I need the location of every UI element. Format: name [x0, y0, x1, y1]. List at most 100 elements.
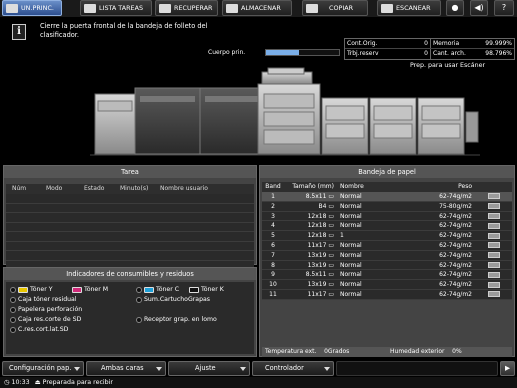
info-icon: i — [12, 24, 26, 40]
tray-row[interactable]: 11 11x17 ▭ Normal 62-74g/m2 — [262, 289, 512, 300]
staple-cartridge: Sum.CartuchoGrapas — [136, 296, 210, 304]
receive-icon: ⏏ — [34, 379, 41, 386]
tray-paper-name: Normal — [340, 212, 362, 220]
tray-level — [476, 241, 512, 250]
paper-orientation-icon: ▭ — [326, 212, 334, 220]
tab-label: ESCANEAR — [396, 4, 431, 12]
tray-size: 8.5x11 ▭ — [305, 193, 334, 200]
paper-orientation-icon: ▭ — [326, 290, 334, 298]
list-icon — [84, 3, 96, 13]
sd-trim-box: Caja res.corte de SD — [10, 316, 81, 324]
tray-row[interactable]: 9 8.5x11 ▭ Normal 62-74g/m2 — [262, 270, 512, 281]
paper-level-icon — [488, 242, 500, 249]
paper-orientation-icon: ▭ — [326, 222, 334, 230]
chevron-down-icon — [240, 367, 246, 371]
consumables-list: Tóner Y Tóner M Tóner C Tóner K Caja tón… — [6, 282, 254, 354]
environment-footer: Temperatura ext. 0Grados Humedad exterio… — [262, 347, 512, 357]
adjustment-button[interactable]: Ajuste — [168, 361, 250, 376]
tray-number: 10 — [269, 281, 277, 289]
paper-settings-button[interactable]: Configuración pap. — [2, 361, 84, 376]
volume-icon[interactable]: ◀) — [470, 0, 488, 16]
job-row[interactable] — [6, 251, 254, 261]
tab-recuperar[interactable]: RECUPERAR — [155, 0, 218, 16]
tab-un-princ[interactable]: UN.PRINC. — [2, 0, 62, 16]
counter-label: Memoria — [433, 40, 460, 47]
globe-icon[interactable]: ● — [446, 0, 464, 16]
next-arrow-icon[interactable]: ▶ — [500, 361, 515, 376]
tray-weight: 62-74g/m2 — [439, 232, 472, 240]
tray-row[interactable]: 5 12x18 ▭ 1 62-74g/m2 — [262, 231, 512, 241]
tray-size: 11x17 ▭ — [307, 290, 334, 298]
tray-size: 13x19 ▭ — [307, 281, 334, 289]
counter-row: Cont.Orig. 0 Memoria 99.999% — [345, 39, 514, 49]
tray-row[interactable]: 10 13x19 ▭ Normal 62-74g/m2 — [262, 280, 512, 290]
top-tab-bar: UN.PRINC. LISTA TAREAS RECUPERAR ALMACEN… — [0, 0, 517, 17]
tray-level — [476, 270, 512, 279]
tray-size: 13x19 ▭ — [307, 251, 334, 259]
tray-level — [476, 261, 512, 270]
paper-level-icon — [488, 232, 500, 239]
chevron-down-icon — [156, 367, 162, 371]
humidity: Humedad exterior 0% — [390, 348, 462, 355]
tray-level — [476, 290, 512, 299]
column-header: Peso — [458, 183, 472, 190]
tray-paper-name: Normal — [340, 251, 362, 259]
tray-number: 6 — [271, 241, 275, 249]
status-dot-icon — [10, 307, 16, 313]
tray-paper-name: Normal — [340, 193, 362, 200]
tray-row[interactable]: 2 B4 ▭ Normal 75-80g/m2 — [262, 201, 512, 212]
controller-button[interactable]: Controlador — [252, 361, 334, 376]
tab-escanear[interactable]: ESCANEAR — [377, 0, 441, 16]
tray-row[interactable]: 1 8.5x11 ▭ Normal 62-74g/m2 — [262, 192, 512, 202]
job-row[interactable] — [6, 241, 254, 251]
job-row[interactable] — [6, 232, 254, 242]
tray-row[interactable]: 4 12x18 ▭ Normal 62-74g/m2 — [262, 221, 512, 232]
scan-icon — [381, 3, 393, 13]
tray-row[interactable]: 7 13x19 ▭ Normal 62-74g/m2 — [262, 250, 512, 261]
tray-size: 12x18 ▭ — [307, 232, 334, 240]
toner-y-icon — [18, 287, 28, 293]
tray-paper-name: Normal — [340, 222, 362, 230]
tab-copiar[interactable]: COPIAR — [302, 0, 368, 16]
help-icon[interactable]: ? — [494, 0, 514, 16]
sd-side-trim-box: C.res.cort.lat.SD — [10, 326, 68, 334]
duplex-button[interactable]: Ambas caras — [86, 361, 166, 376]
job-row[interactable] — [6, 203, 254, 213]
paper-orientation-icon: ▭ — [326, 193, 334, 200]
paper-orientation-icon: ▭ — [326, 281, 334, 289]
status-text: Preparada para recibir — [42, 379, 114, 386]
paper-orientation-icon: ▭ — [326, 261, 334, 269]
tray-weight: 62-74g/m2 — [439, 271, 472, 279]
toner-m: Tóner M — [72, 286, 108, 294]
tray-size: B4 ▭ — [318, 202, 334, 210]
status-bar: ◷ 10:33 ⏏ Preparada para recibir — [0, 377, 517, 388]
paper-level-icon — [488, 222, 500, 229]
tab-label: LISTA TAREAS — [99, 4, 143, 12]
tray-number: 3 — [271, 212, 275, 220]
chevron-down-icon — [324, 367, 330, 371]
counters-panel: Cont.Orig. 0 Memoria 99.999% Trbj.reserv… — [344, 38, 515, 60]
counter-value: 0 — [393, 49, 431, 59]
column-header: Núm — [12, 185, 27, 192]
tray-row[interactable]: 8 13x19 ▭ Normal 62-74g/m2 — [262, 260, 512, 271]
tray-paper-name: Normal — [340, 281, 362, 289]
job-row[interactable] — [6, 213, 254, 223]
tray-row[interactable]: 3 12x18 ▭ Normal 62-74g/m2 — [262, 211, 512, 222]
tray-number: 11 — [269, 290, 277, 298]
paper-orientation-icon: ▭ — [326, 241, 334, 249]
job-row[interactable] — [6, 194, 254, 204]
job-row[interactable] — [6, 222, 254, 232]
bottom-bar-empty — [336, 361, 498, 376]
tab-almacenar[interactable]: ALMACENAR — [222, 0, 292, 16]
counter-value: 98.796% — [485, 50, 512, 57]
paper-level-icon — [488, 193, 500, 200]
tray-paper-name: Normal — [340, 241, 362, 249]
tray-row[interactable]: 6 11x17 ▭ Normal 62-74g/m2 — [262, 240, 512, 251]
temperature: Temperatura ext. 0Grados — [265, 348, 350, 355]
paper-level-icon — [488, 271, 500, 278]
message-text: Cierre la puerta frontal de la bandeja d… — [40, 22, 208, 39]
tray-weight: 62-74g/m2 — [439, 290, 472, 298]
counter-row: Trbj.reserv 0 Cant. arch. 98.796% — [345, 49, 514, 59]
tab-lista-tareas[interactable]: LISTA TAREAS — [80, 0, 152, 16]
tray-level — [476, 231, 512, 240]
